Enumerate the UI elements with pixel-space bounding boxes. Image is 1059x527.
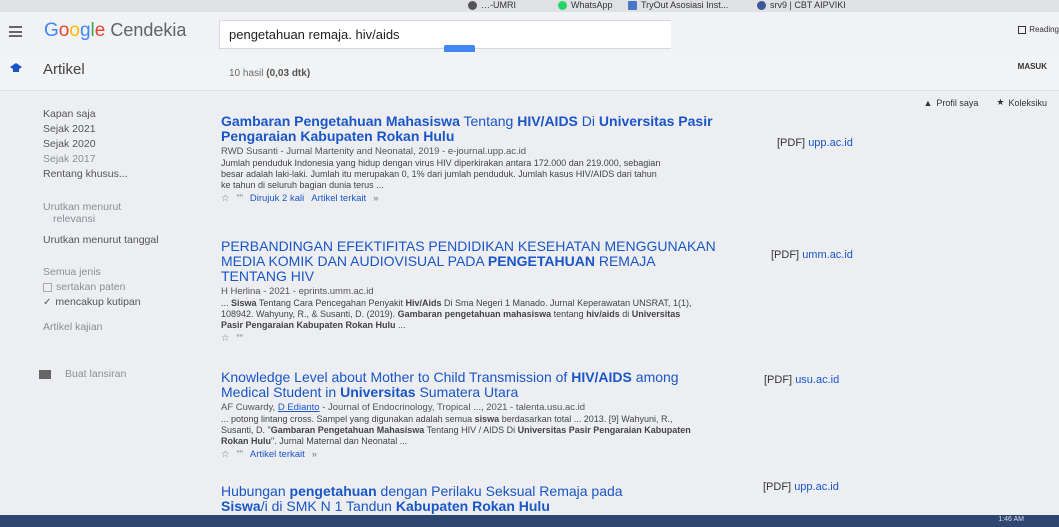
sort-by-date[interactable]: Urutkan menurut tanggal xyxy=(43,234,159,246)
profile-icon: ▲ xyxy=(923,97,933,108)
result-meta: RWD Susanti - Jurnal Martenity and Neona… xyxy=(221,146,527,157)
pdf-link[interactable]: [PDF] upp.ac.id xyxy=(777,137,853,149)
result-title-link[interactable]: PERBANDINGAN EFEKTIFITAS PENDIDIKAN KESE… xyxy=(221,239,721,284)
filter-since-2017[interactable]: Sejak 2017 xyxy=(43,153,96,165)
search-result: PERBANDINGAN EFEKTIFITAS PENDIDIKAN KESE… xyxy=(221,239,721,345)
articles-icon xyxy=(10,63,22,72)
bookmark-whatsapp[interactable]: WhatsApp xyxy=(558,0,613,10)
result-stats: 10 hasil (0,03 dtk) xyxy=(229,68,311,79)
pdf-link[interactable]: [PDF] upp.ac.id xyxy=(763,481,839,493)
filter-all-types[interactable]: Semua jenis xyxy=(43,266,101,278)
filter-since-2020[interactable]: Sejak 2020 xyxy=(43,138,96,150)
filter-custom-range[interactable]: Rentang khusus... xyxy=(43,168,128,180)
bookmark-icon xyxy=(468,0,477,10)
bookmark-icon xyxy=(757,0,766,10)
author-link[interactable]: D Edianto xyxy=(278,402,320,413)
menu-icon[interactable] xyxy=(9,26,22,37)
filter-any-time[interactable]: Kapan saja xyxy=(43,108,96,120)
bookmark-srv9[interactable]: srv9 | CBT AIPVIKI xyxy=(757,0,846,10)
result-title-link[interactable]: Gambaran Pengetahuan Mahasiswa Tentang H… xyxy=(221,114,741,144)
bookmark-tryout[interactable]: TryOut Asosiasi Inst... xyxy=(628,0,728,10)
whatsapp-icon xyxy=(558,0,567,10)
cite-quote-icon[interactable]: ”” xyxy=(237,193,243,204)
result-snippet: ... potong lintang cross. Sampel yang di… xyxy=(221,414,691,446)
search-result: Knowledge Level about Mother to Child Tr… xyxy=(221,369,691,461)
result-snippet: Jumlah penduduk Indonesia yang hidup den… xyxy=(221,158,661,190)
pdf-link[interactable]: [PDF] usu.ac.id xyxy=(764,374,839,386)
cited-by-link[interactable]: Dirujuk 2 kali xyxy=(250,193,304,204)
bookmarks-bar: …-UMRI WhatsApp TryOut Asosiasi Inst... … xyxy=(0,0,1059,12)
include-citations-checkbox[interactable]: ✓ mencakup kutipan xyxy=(43,296,141,308)
sign-in-button[interactable]: MASUK xyxy=(1018,62,1047,71)
reading-list-button[interactable]: Reading xyxy=(1018,25,1059,34)
taskbar-clock: 1:46 AM xyxy=(998,516,1024,523)
include-patents-checkbox[interactable]: sertakan paten xyxy=(43,281,125,293)
search-result: Gambaran Pengetahuan Mahasiswa Tentang H… xyxy=(221,114,741,205)
cite-quote-icon[interactable]: ”” xyxy=(237,449,243,460)
result-snippet: ... Siswa Tentang Cara Pencegahan Penyak… xyxy=(221,298,692,330)
reading-list-icon xyxy=(1018,25,1027,34)
my-profile-link[interactable]: ▲ Profil saya xyxy=(923,97,978,108)
articles-label[interactable]: Artikel xyxy=(43,61,85,78)
google-scholar-logo[interactable]: Google Cendekia xyxy=(44,20,186,42)
create-alert-button[interactable]: Buat lansiran xyxy=(39,368,126,380)
pdf-link[interactable]: [PDF] umm.ac.id xyxy=(771,249,853,261)
my-library-link[interactable]: ★ Koleksiku xyxy=(996,97,1047,108)
sort-by-relevance[interactable]: Urutkan menurut relevansi xyxy=(43,201,121,225)
bookmark-item[interactable]: …-UMRI xyxy=(468,0,516,10)
result-title-link[interactable]: Knowledge Level about Mother to Child Tr… xyxy=(221,370,691,400)
save-star-icon[interactable]: ☆ xyxy=(221,449,230,460)
search-input[interactable] xyxy=(220,21,671,48)
os-taskbar: 1:46 AM xyxy=(0,515,1059,527)
filter-since-2021[interactable]: Sejak 2021 xyxy=(43,123,96,135)
search-result: Hubungan pengetahuan dengan Perilaku Sek… xyxy=(221,484,651,514)
versions-icon[interactable]: » xyxy=(312,449,317,460)
checkmark-icon: ✓ xyxy=(43,296,52,308)
related-articles-link[interactable]: Artikel terkait xyxy=(250,449,305,460)
result-title-link[interactable]: Hubungan pengetahuan dengan Perilaku Sek… xyxy=(221,484,651,514)
result-meta: H Herlina - 2021 - eprints.umm.ac.id xyxy=(221,286,374,297)
envelope-icon xyxy=(39,369,51,379)
cite-quote-icon[interactable]: ”” xyxy=(237,333,243,344)
save-star-icon[interactable]: ☆ xyxy=(221,333,230,344)
save-star-icon[interactable]: ☆ xyxy=(221,193,230,204)
bookmark-icon xyxy=(628,0,637,10)
filter-review-articles[interactable]: Artikel kajian xyxy=(43,321,103,333)
star-icon: ★ xyxy=(996,97,1005,107)
versions-icon[interactable]: » xyxy=(373,193,378,204)
top-links: ▲ Profil saya ★ Koleksiku xyxy=(923,97,1047,108)
related-articles-link[interactable]: Artikel terkait xyxy=(311,193,366,204)
subheader: Artikel 10 hasil (0,03 dtk) xyxy=(0,52,1059,91)
checkbox-icon xyxy=(43,282,52,292)
scholar-header: Google Cendekia Reading xyxy=(0,12,1059,52)
